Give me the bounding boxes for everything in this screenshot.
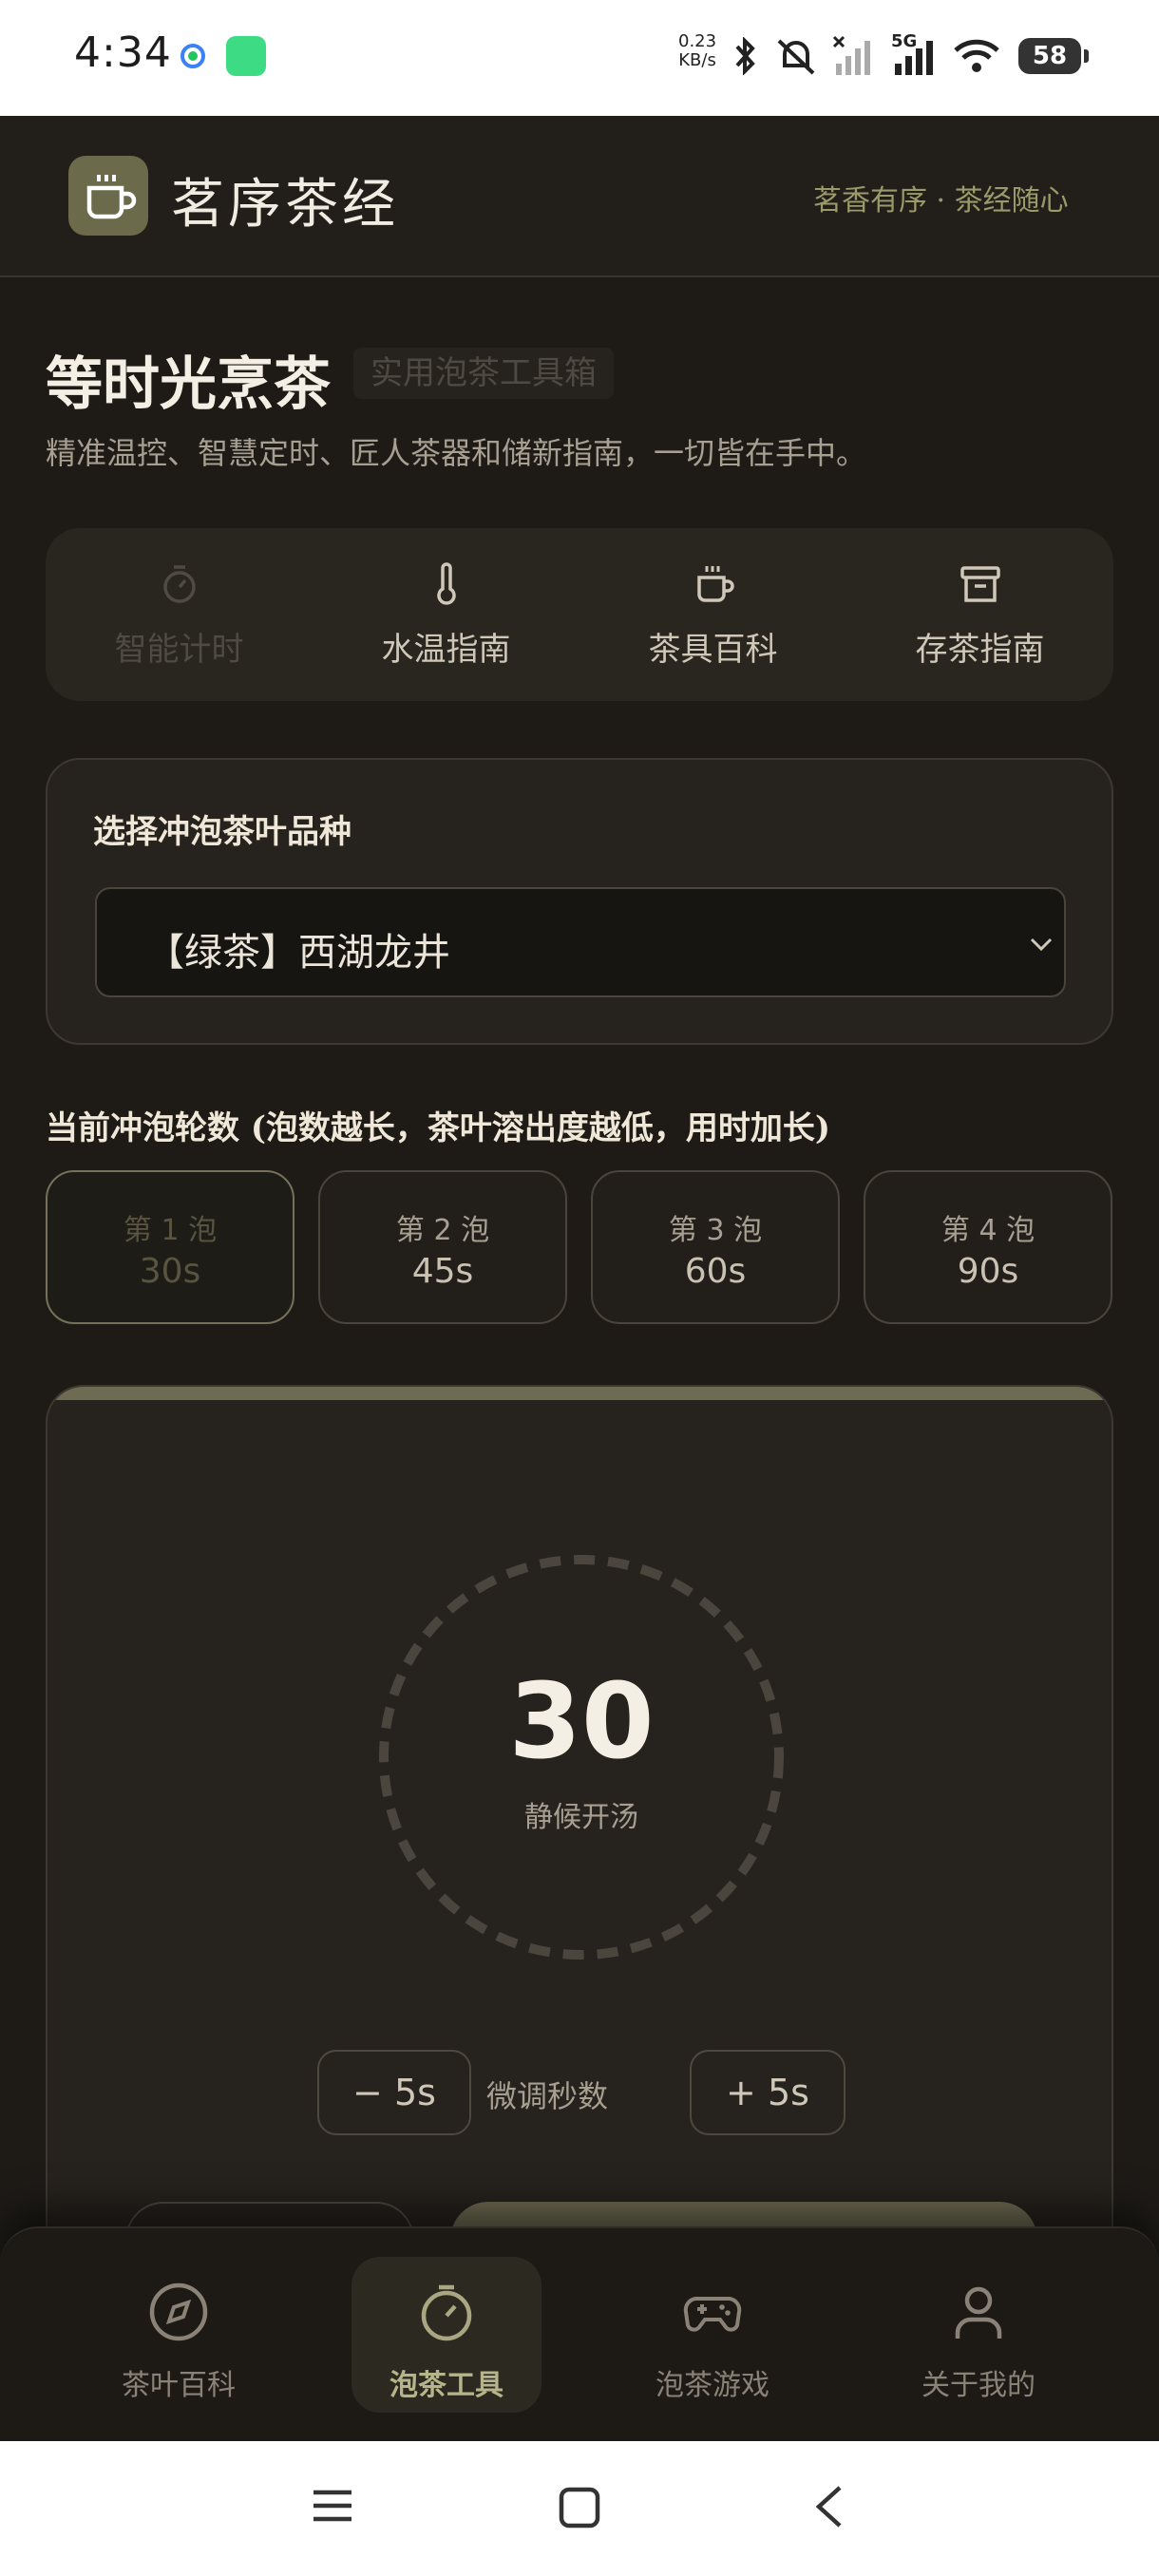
nav-about-me[interactable]: 关于我的 [884,2257,1074,2413]
network-speed-unit: KB/s [678,50,716,70]
plus-5s-button[interactable]: + 5s [690,2050,846,2135]
nav-label: 泡茶工具 [390,2369,504,2402]
nav-label: 茶叶百科 [122,2369,236,2402]
round-title: 第 2 泡 [395,1214,490,1247]
home-icon[interactable] [559,2487,600,2529]
user-icon [955,2286,1002,2339]
mute-icon [777,39,815,75]
tea-cup-icon [697,566,734,602]
timer-status: 静候开汤 [524,1801,638,1834]
app-header: 茗序茶经 茗香有序 · 茶经随心 [0,116,1159,277]
round-time: 90s [957,1252,1019,1291]
round-title: 第 4 泡 [940,1214,1036,1247]
round-time: 45s [411,1252,474,1291]
tab-storage[interactable]: 存茶指南 [846,528,1113,701]
clock: 4:34 [74,28,172,77]
tab-teaware[interactable]: 茶具百科 [580,528,846,701]
signal-icon [895,41,933,75]
tea-variety-select[interactable]: 【绿茶】西湖龙井 [95,887,1066,997]
nav-tea-encyclopedia[interactable]: 茶叶百科 [84,2257,274,2413]
page-title: 等时光烹茶 [46,351,331,418]
tea-cup-icon [86,175,137,219]
tea-variety-value: 【绿茶】西湖龙井 [146,931,450,975]
rounds-label: 当前冲泡轮数 (泡数越长，茶叶溶出度越低，用时加长) [46,1109,831,1147]
page-tag: 实用泡茶工具箱 [353,348,614,399]
status-bar: 4:34 0.23 KB/s 5G 58 [0,0,1159,116]
tea-selection-card: 选择冲泡茶叶品种 【绿茶】西湖龙井 [46,758,1113,1045]
nav-label: 关于我的 [922,2369,1036,2402]
menu-icon[interactable] [312,2485,353,2527]
network-speed-value: 0.23 [678,31,717,51]
timer-card: 30 静候开汤 − 5s 微调秒数 + 5s [46,1385,1113,2240]
nav-brewing-tools[interactable]: 泡茶工具 [352,2257,542,2413]
page-description: 精准温控、智慧定时、匠人茶器和储新指南，一切皆在手中。 [46,435,867,471]
round-time: 30s [139,1252,201,1291]
round-button-3[interactable]: 第 3 泡 60s [591,1170,840,1324]
minus-5s-button[interactable]: − 5s [317,2050,471,2135]
nav-label: 泡茶游戏 [656,2369,770,2402]
chevron-down-icon [1030,938,1053,952]
tool-tabs: 智能计时 水温指南 茶具百科 存茶指南 [46,528,1113,701]
tab-label: 智能计时 [114,631,244,669]
tab-label: 存茶指南 [915,631,1045,669]
round-title: 第 1 泡 [123,1214,218,1247]
tab-smart-timer[interactable]: 智能计时 [46,528,313,701]
network-speed: 0.23 KB/s [678,32,716,70]
nav-tea-games[interactable]: 泡茶游戏 [618,2257,808,2413]
timer-countdown: 30 [508,1660,655,1782]
round-button-4[interactable]: 第 4 泡 90s [864,1170,1112,1324]
system-nav-bar [0,2441,1159,2576]
adjust-seconds-label: 微调秒数 [486,2078,609,2114]
app-logo [68,156,148,236]
tea-selection-label: 选择冲泡茶叶品种 [93,813,352,851]
tab-water-temp[interactable]: 水温指南 [313,528,580,701]
signal-off-icon [832,35,870,75]
round-button-2[interactable]: 第 2 泡 45s [318,1170,567,1324]
archive-icon [960,566,1000,602]
bottom-nav: 茶叶百科 泡茶工具 泡茶游戏 关于我的 [0,2226,1159,2441]
round-button-1[interactable]: 第 1 泡 30s [46,1170,294,1324]
timer-icon [421,2284,472,2341]
thermometer-icon [437,562,456,605]
bluetooth-icon [735,37,755,75]
android-app-icon [226,36,266,76]
round-title: 第 3 泡 [668,1214,763,1247]
timer-progress-bar [48,1387,1112,1400]
back-icon[interactable] [808,2485,849,2529]
tab-label: 茶具百科 [648,631,778,669]
wifi-icon [954,39,999,72]
compass-icon [149,2282,208,2341]
tab-label: 水温指南 [381,631,511,669]
app-slogan: 茗香有序 · 茶经随心 [813,184,1069,218]
gamepad-icon [683,2297,742,2332]
round-time: 60s [684,1252,747,1291]
battery-indicator: 58 [1018,38,1089,74]
app-brand: 茗序茶经 [171,174,399,236]
timer-icon [163,565,196,603]
cloud-app-icon [180,44,205,68]
signal-5g: 5G [891,31,939,77]
